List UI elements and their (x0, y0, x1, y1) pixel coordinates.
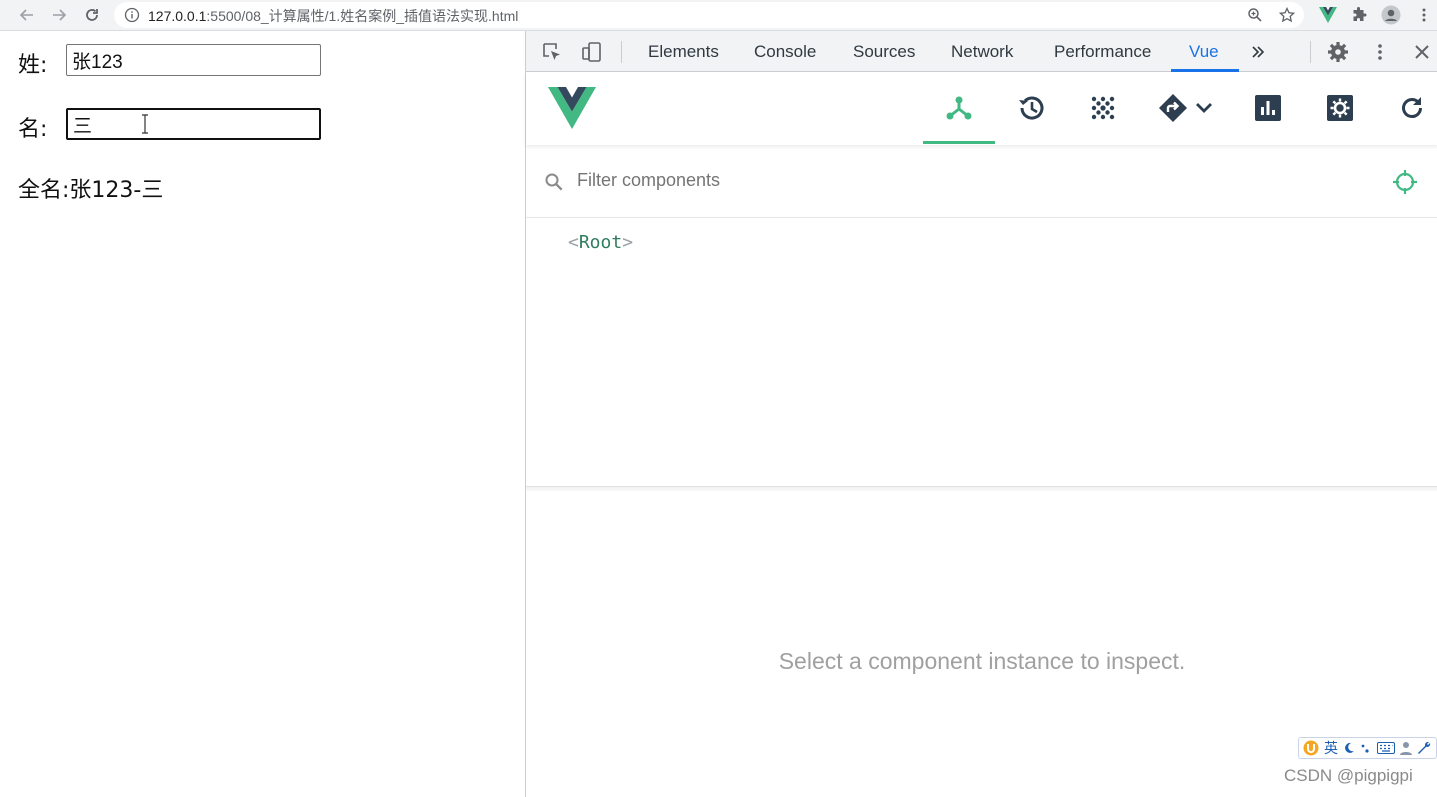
root-component-name: Root (578, 232, 623, 253)
inspector-empty-message: Select a component instance to inspect. (778, 648, 1186, 674)
full-name-display: 全名:张123-三 (18, 172, 163, 204)
full-name-label: 全名: (18, 178, 70, 203)
ime-logo-icon (1303, 740, 1319, 756)
browser-toolbar: 127.0.0.1:5500/08_计算属性/1.姓名案例_插值语法实现.htm… (0, 0, 1437, 31)
tab-vue[interactable]: Vue (1189, 42, 1219, 62)
half-width-moon-icon (1345, 742, 1354, 753)
tab-separator (621, 41, 622, 63)
devtools-tabbar: Elements Console Sources Network Perform… (526, 31, 1437, 72)
devtools-panel: Elements Console Sources Network Perform… (525, 31, 1437, 797)
browser-window: 127.0.0.1:5500/08_计算属性/1.姓名案例_插值语法实现.htm… (0, 0, 1437, 797)
component-tree-root[interactable]: <Root> (568, 232, 633, 253)
last-name-input[interactable] (66, 44, 321, 76)
refresh-icon[interactable] (1394, 90, 1430, 126)
csdn-watermark: CSDN @pigpigpi (1284, 766, 1413, 785)
devtools-menu-kebab-icon[interactable] (1368, 40, 1392, 64)
devtools-close-icon[interactable] (1410, 40, 1434, 64)
search-icon (545, 173, 563, 191)
device-toolbar-icon[interactable] (580, 40, 604, 64)
vue-devtools-toolbar (526, 72, 1437, 145)
url-host: 127.0.0.1 (148, 8, 207, 24)
profile-avatar-icon[interactable] (1380, 4, 1402, 26)
tab-sources[interactable]: Sources (853, 42, 915, 62)
vue-logo-icon (548, 87, 596, 129)
first-name-input[interactable] (66, 108, 321, 140)
bookmark-star-icon[interactable] (1277, 5, 1297, 25)
component-filter-row (526, 148, 1437, 218)
more-tabs-chevron-icon[interactable] (1246, 40, 1270, 64)
inspect-element-icon[interactable] (540, 40, 564, 64)
components-tree-icon[interactable] (941, 90, 977, 126)
tag-open-bracket: < (568, 232, 579, 253)
info-icon[interactable] (122, 5, 142, 25)
tab-performance[interactable]: Performance (1054, 42, 1151, 62)
forward-icon[interactable] (48, 4, 70, 26)
page-viewport: 姓: 名: 全名:张123-三 (0, 31, 526, 797)
devtools-settings-gear-icon[interactable] (1326, 40, 1350, 64)
tab-console[interactable]: Console (754, 42, 816, 62)
select-component-crosshair-icon[interactable] (1392, 169, 1418, 195)
soft-keyboard-icon (1377, 742, 1395, 754)
url-path: :5500/08_计算属性/1.姓名案例_插值语法实现.html (206, 8, 519, 24)
tab-elements[interactable]: Elements (648, 42, 719, 62)
reload-icon[interactable] (81, 4, 103, 26)
filter-components-input[interactable] (577, 170, 1357, 191)
punctuation-icon (1361, 744, 1369, 753)
router-dropdown-chevron-icon[interactable] (1186, 90, 1222, 126)
full-name-value: 张123-三 (69, 178, 164, 203)
vue-settings-icon[interactable] (1322, 90, 1358, 126)
extensions-puzzle-icon[interactable] (1348, 4, 1370, 26)
text-cursor-icon (142, 114, 148, 134)
tab-separator (1310, 41, 1311, 63)
wrench-icon (1418, 741, 1431, 754)
zoom-icon[interactable] (1245, 5, 1265, 25)
performance-chart-icon[interactable] (1250, 90, 1286, 126)
back-icon[interactable] (16, 4, 38, 26)
ime-status-bar[interactable]: 英 (1298, 737, 1437, 759)
ime-mode-label: 英 (1324, 741, 1338, 757)
first-name-row: 名: (18, 111, 47, 143)
active-toolbar-indicator (923, 141, 995, 144)
last-name-label: 姓: (18, 53, 48, 78)
tag-close-bracket: > (622, 232, 634, 253)
url-text: 127.0.0.1:5500/08_计算属性/1.姓名案例_插值语法实现.htm… (148, 6, 518, 26)
timeline-history-icon[interactable] (1013, 90, 1049, 126)
user-icon (1400, 742, 1412, 755)
vuex-dots-icon[interactable] (1085, 90, 1121, 126)
last-name-row: 姓: (18, 47, 47, 79)
tab-network[interactable]: Network (951, 42, 1013, 62)
first-name-label: 名: (18, 117, 48, 142)
browser-menu-icon[interactable] (1413, 4, 1435, 26)
vue-devtools-extension-icon[interactable] (1317, 4, 1339, 26)
pane-splitter[interactable] (526, 486, 1437, 491)
address-bar[interactable]: 127.0.0.1:5500/08_计算属性/1.姓名案例_插值语法实现.htm… (114, 2, 1304, 28)
